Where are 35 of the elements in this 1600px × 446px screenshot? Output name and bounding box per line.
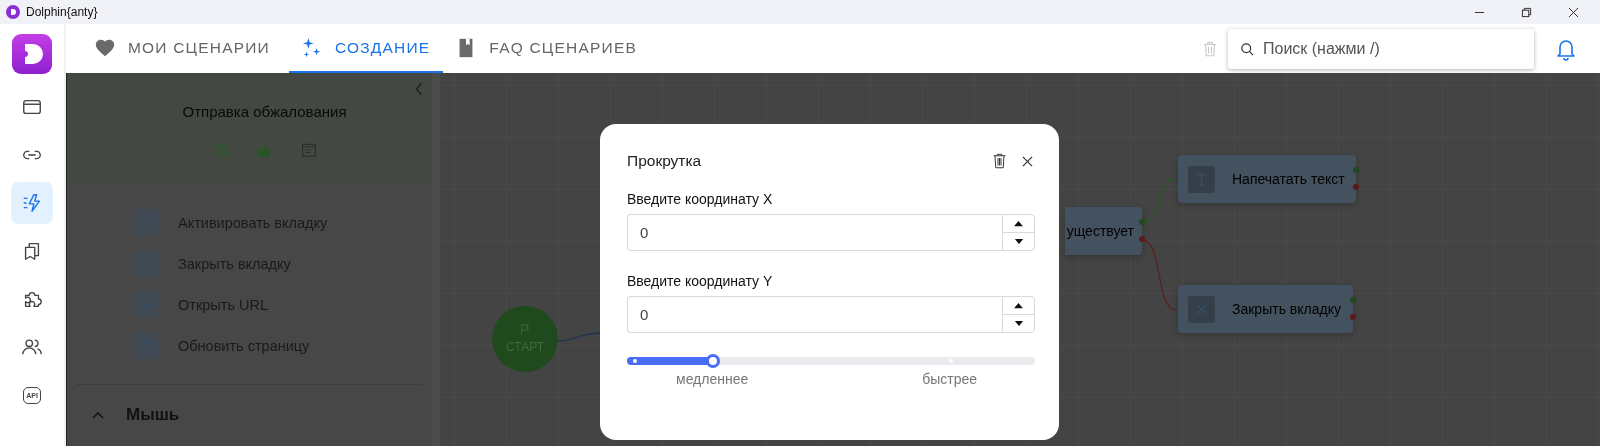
lightning-icon bbox=[21, 192, 43, 214]
text-icon bbox=[1194, 171, 1209, 187]
connector-line bbox=[1143, 178, 1177, 223]
tab[interactable]: FAQ СЦЕНАРИЕВ bbox=[443, 24, 650, 73]
dialog-title: Прокрутка bbox=[627, 152, 702, 170]
trash-icon[interactable] bbox=[992, 152, 1007, 170]
flag-icon bbox=[520, 324, 530, 336]
scenario-nav-item[interactable] bbox=[11, 182, 53, 224]
close-icon[interactable] bbox=[1568, 6, 1579, 18]
field-label: Введите координату X bbox=[627, 191, 774, 207]
app-logo-icon bbox=[6, 5, 20, 19]
search-icon bbox=[1240, 41, 1255, 57]
restore-icon[interactable] bbox=[1521, 6, 1532, 18]
window-title: Dolphin{anty} bbox=[26, 5, 98, 19]
slider-label: медленнее bbox=[676, 371, 749, 387]
number-field[interactable]: 0 bbox=[627, 214, 1002, 251]
sparkles-icon bbox=[300, 36, 323, 59]
slider-thumb[interactable] bbox=[705, 354, 720, 368]
app-logo-icon[interactable] bbox=[12, 34, 52, 74]
flow-node[interactable]: Закрыть вкладку bbox=[1178, 285, 1353, 333]
refresh-icon bbox=[140, 338, 155, 353]
number-field[interactable]: 0 bbox=[627, 296, 1002, 333]
connector-line bbox=[557, 332, 603, 342]
slider-label: быстрее bbox=[922, 371, 977, 387]
tab[interactable]: МОИ СЦЕНАРИИ bbox=[82, 24, 283, 73]
search-field[interactable]: Поиск (нажми /) bbox=[1228, 28, 1534, 69]
field-label: Введите координату Y bbox=[627, 273, 774, 289]
close-icon[interactable] bbox=[1022, 155, 1033, 167]
cross-icon bbox=[140, 256, 155, 271]
stepper[interactable] bbox=[1002, 296, 1035, 333]
flow-node[interactable]: Напечатать текст bbox=[1178, 155, 1356, 203]
stepper[interactable] bbox=[1002, 214, 1035, 251]
scenario-title: Отправка обжалования bbox=[182, 103, 347, 120]
connector-line bbox=[1143, 240, 1177, 311]
flow-node[interactable]: уществует bbox=[1065, 207, 1142, 255]
